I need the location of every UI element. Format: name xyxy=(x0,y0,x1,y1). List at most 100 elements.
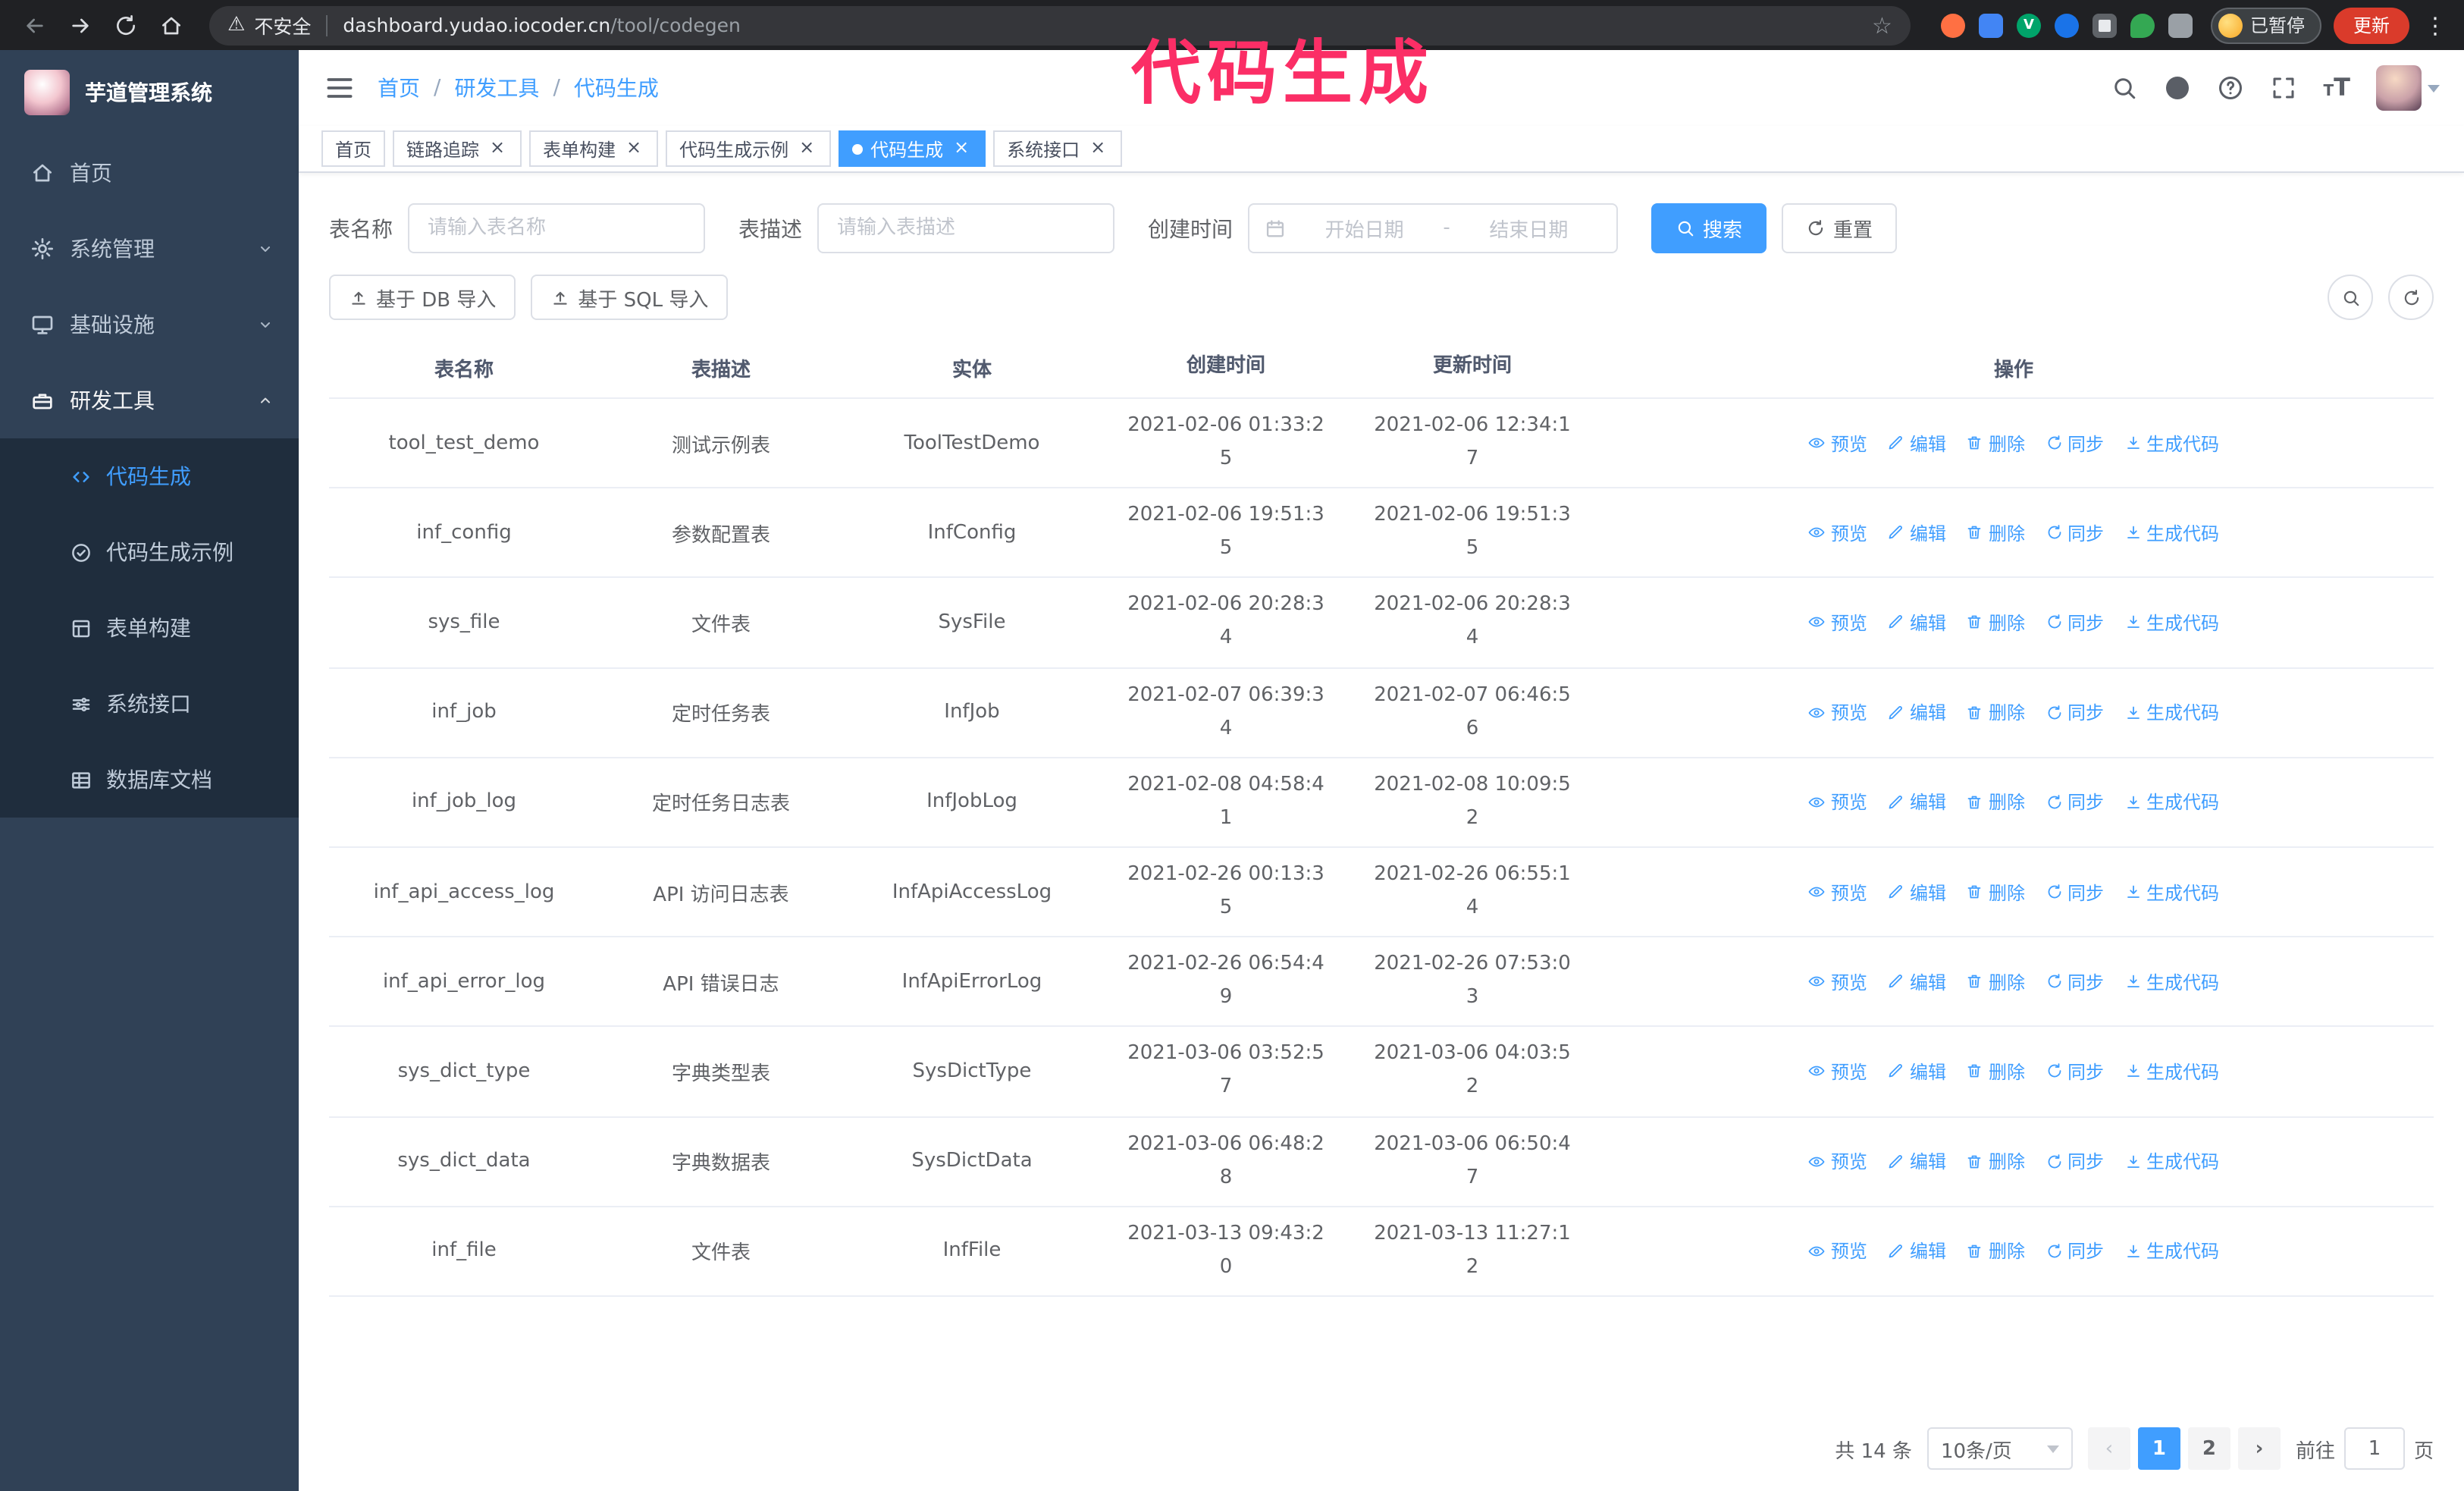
edit-link[interactable]: 编辑 xyxy=(1887,1238,1946,1264)
extension-icon[interactable] xyxy=(2092,13,2117,37)
logo[interactable]: 芋道管理系统 xyxy=(0,50,299,135)
date-range-picker[interactable]: 开始日期 - 结束日期 xyxy=(1248,203,1618,253)
tab-home[interactable]: 首页 xyxy=(321,130,386,167)
tab-code-generation[interactable]: 代码生成 × xyxy=(839,130,986,167)
sync-link[interactable]: 同步 xyxy=(2045,520,2104,546)
delete-link[interactable]: 删除 xyxy=(1966,1059,2025,1085)
sidebar-item-form-builder[interactable]: 表单构建 xyxy=(0,590,299,666)
preview-link[interactable]: 预览 xyxy=(1808,699,1867,725)
close-icon[interactable]: × xyxy=(951,137,972,159)
edit-link[interactable]: 编辑 xyxy=(1887,879,1946,905)
generate-code-link[interactable]: 生成代码 xyxy=(2124,1148,2219,1174)
sync-link[interactable]: 同步 xyxy=(2045,1148,2104,1174)
fullscreen-icon[interactable] xyxy=(2271,74,2298,102)
sync-link[interactable]: 同步 xyxy=(2045,789,2104,815)
font-size-icon[interactable]: TT xyxy=(2324,75,2351,100)
sync-link[interactable]: 同步 xyxy=(2045,879,2104,905)
page-size-select[interactable]: 10条/页 xyxy=(1926,1427,2073,1470)
import-sql-button[interactable]: 基于 SQL 导入 xyxy=(531,275,729,320)
preview-link[interactable]: 预览 xyxy=(1808,520,1867,546)
generate-code-link[interactable]: 生成代码 xyxy=(2124,879,2219,905)
delete-link[interactable]: 删除 xyxy=(1966,520,2025,546)
delete-link[interactable]: 删除 xyxy=(1966,1148,2025,1174)
next-page-button[interactable]: › xyxy=(2237,1427,2281,1470)
sidebar-item-dev-tools[interactable]: 研发工具 xyxy=(0,363,299,438)
generate-code-link[interactable]: 生成代码 xyxy=(2124,1238,2219,1264)
sync-link[interactable]: 同步 xyxy=(2045,1059,2104,1085)
table-name-input[interactable] xyxy=(408,203,705,253)
generate-code-link[interactable]: 生成代码 xyxy=(2124,610,2219,636)
edit-link[interactable]: 编辑 xyxy=(1887,699,1946,725)
user-menu[interactable] xyxy=(2376,65,2440,111)
delete-link[interactable]: 删除 xyxy=(1966,968,2025,994)
edit-link[interactable]: 编辑 xyxy=(1887,968,1946,994)
back-button[interactable] xyxy=(15,5,55,45)
import-db-button[interactable]: 基于 DB 导入 xyxy=(329,275,516,320)
address-bar[interactable]: ⚠ 不安全 dashboard.yudao.iocoder.cn /tool/c… xyxy=(209,5,1911,45)
bookmark-star-icon[interactable]: ☆ xyxy=(1872,11,1892,39)
goto-page-input[interactable] xyxy=(2343,1427,2405,1470)
sidebar-item-system-management[interactable]: 系统管理 xyxy=(0,211,299,287)
delete-link[interactable]: 删除 xyxy=(1966,430,2025,456)
tab-tracing[interactable]: 链路追踪 × xyxy=(393,130,522,167)
hamburger-icon[interactable] xyxy=(323,71,356,105)
tab-form-builder[interactable]: 表单构建 × xyxy=(529,130,659,167)
help-icon[interactable] xyxy=(2218,74,2245,102)
edit-link[interactable]: 编辑 xyxy=(1887,520,1946,546)
table-desc-input[interactable] xyxy=(817,203,1114,253)
refresh-table-button[interactable] xyxy=(2388,275,2434,320)
profile-paused-badge[interactable]: 已暂停 xyxy=(2210,7,2321,43)
preview-link[interactable]: 预览 xyxy=(1808,968,1867,994)
preview-link[interactable]: 预览 xyxy=(1808,789,1867,815)
preview-link[interactable]: 预览 xyxy=(1808,879,1867,905)
preview-link[interactable]: 预览 xyxy=(1808,610,1867,636)
close-icon[interactable]: × xyxy=(623,137,644,159)
extension-icon[interactable]: V xyxy=(2016,13,2041,37)
edit-link[interactable]: 编辑 xyxy=(1887,430,1946,456)
delete-link[interactable]: 删除 xyxy=(1966,699,2025,725)
close-icon[interactable]: × xyxy=(1087,137,1108,159)
page-button-2[interactable]: 2 xyxy=(2187,1427,2230,1470)
extension-icon[interactable] xyxy=(1940,13,1965,37)
preview-link[interactable]: 预览 xyxy=(1808,1238,1867,1264)
sidebar-item-db-docs[interactable]: 数据库文档 xyxy=(0,742,299,818)
delete-link[interactable]: 删除 xyxy=(1966,789,2025,815)
edit-link[interactable]: 编辑 xyxy=(1887,1059,1946,1085)
sync-link[interactable]: 同步 xyxy=(2045,699,2104,725)
sync-link[interactable]: 同步 xyxy=(2045,1238,2104,1264)
home-button[interactable] xyxy=(152,5,191,45)
puzzle-extensions-icon[interactable] xyxy=(2168,13,2193,37)
edit-link[interactable]: 编辑 xyxy=(1887,1148,1946,1174)
reload-button[interactable] xyxy=(106,5,146,45)
delete-link[interactable]: 删除 xyxy=(1966,1238,2025,1264)
extension-icon[interactable] xyxy=(2130,13,2155,37)
tab-codegen-example[interactable]: 代码生成示例 × xyxy=(666,130,832,167)
breadcrumb-home[interactable]: 首页 xyxy=(378,73,420,103)
sidebar-item-home[interactable]: 首页 xyxy=(0,135,299,211)
delete-link[interactable]: 删除 xyxy=(1966,610,2025,636)
generate-code-link[interactable]: 生成代码 xyxy=(2124,699,2219,725)
generate-code-link[interactable]: 生成代码 xyxy=(2124,1059,2219,1085)
forward-button[interactable] xyxy=(61,5,100,45)
delete-link[interactable]: 删除 xyxy=(1966,879,2025,905)
tab-system-api[interactable]: 系统接口 × xyxy=(993,130,1123,167)
close-icon[interactable]: × xyxy=(796,137,817,159)
search-icon[interactable] xyxy=(2111,74,2139,102)
generate-code-link[interactable]: 生成代码 xyxy=(2124,430,2219,456)
edit-link[interactable]: 编辑 xyxy=(1887,610,1946,636)
edit-link[interactable]: 编辑 xyxy=(1887,789,1946,815)
sync-link[interactable]: 同步 xyxy=(2045,968,2104,994)
sidebar-item-system-api[interactable]: 系统接口 xyxy=(0,666,299,742)
extension-icon[interactable] xyxy=(2054,13,2079,37)
preview-link[interactable]: 预览 xyxy=(1808,430,1867,456)
browser-update-button[interactable]: 更新 xyxy=(2333,7,2409,43)
sidebar-item-codegen-example[interactable]: 代码生成示例 xyxy=(0,514,299,590)
close-icon[interactable]: × xyxy=(487,137,508,159)
reset-button[interactable]: 重置 xyxy=(1782,203,1898,253)
generate-code-link[interactable]: 生成代码 xyxy=(2124,789,2219,815)
sync-link[interactable]: 同步 xyxy=(2045,430,2104,456)
generate-code-link[interactable]: 生成代码 xyxy=(2124,968,2219,994)
sidebar-item-code-generation[interactable]: 代码生成 xyxy=(0,438,299,514)
breadcrumb-dev-tools[interactable]: 研发工具 xyxy=(454,73,539,103)
browser-menu-icon[interactable]: ⋮ xyxy=(2422,11,2449,39)
